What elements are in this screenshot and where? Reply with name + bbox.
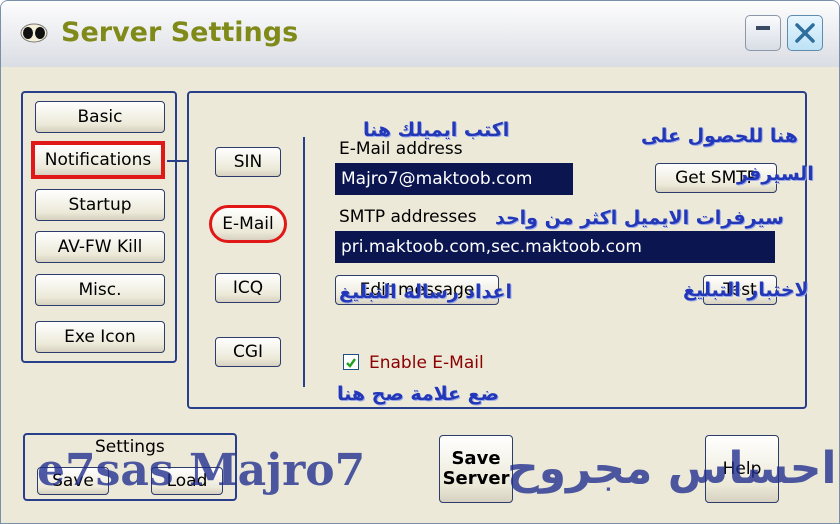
annotation-get-server-1: هنا للحصول على — [641, 125, 798, 147]
minimize-button[interactable] — [745, 15, 781, 51]
alien-icon — [20, 23, 48, 43]
sidebar-item-exe-icon[interactable]: Exe Icon — [35, 321, 165, 353]
close-icon — [795, 23, 815, 43]
email-address-label: E-Mail address — [339, 139, 463, 159]
tab-cgi[interactable]: CGI — [215, 337, 281, 367]
enable-email-label[interactable]: Enable E-Mail — [369, 353, 484, 373]
annotation-put-check: ضع علامة صح هنا — [337, 383, 499, 405]
email-address-field[interactable]: Majro7@maktoob.com — [335, 163, 573, 195]
annotation-get-server-2: السيرفر — [737, 163, 814, 185]
watermark-arabic: احساس مجروح — [507, 443, 837, 494]
save-server-button[interactable]: Save Server — [439, 435, 513, 503]
smtp-addresses-field[interactable]: pri.maktoob.com,sec.maktoob.com — [335, 231, 775, 263]
title-bar[interactable]: Server Settings — [1, 1, 839, 68]
sidebar-item-basic[interactable]: Basic — [35, 101, 165, 133]
vertical-separator — [303, 137, 305, 387]
sidebar-item-av-fw-kill[interactable]: AV-FW Kill — [35, 231, 165, 263]
sidebar-item-notifications[interactable]: Notifications — [31, 141, 165, 179]
annotation-setup-message: اعداد رسالة التبليغ — [339, 281, 513, 303]
annotation-test-notify: لاختبار التبليغ — [683, 279, 809, 301]
sidebar-item-startup[interactable]: Startup — [35, 189, 165, 221]
tab-email[interactable]: E-Mail — [209, 205, 287, 243]
smtp-addresses-label: SMTP addresses — [339, 207, 477, 227]
minimize-icon — [756, 26, 770, 30]
window-title: Server Settings — [61, 17, 299, 48]
tab-sin[interactable]: SIN — [215, 147, 281, 177]
watermark-latin: e7sas Majro7 — [37, 445, 366, 496]
enable-email-checkbox[interactable] — [343, 354, 359, 370]
annotation-write-email: اكتب ايميلك هنا — [363, 119, 510, 141]
checkmark-icon — [346, 358, 356, 368]
close-button[interactable] — [787, 15, 823, 51]
annotation-smtp-servers: سيرفرات الايميل اكثر من واحد — [495, 207, 784, 229]
connector-line — [167, 160, 187, 162]
tab-icq[interactable]: ICQ — [215, 273, 281, 303]
sidebar-item-misc[interactable]: Misc. — [35, 274, 165, 306]
server-settings-window: Server Settings Basic Notifications Star… — [0, 0, 840, 524]
client-area: Basic Notifications Startup AV-FW Kill M… — [1, 67, 839, 523]
